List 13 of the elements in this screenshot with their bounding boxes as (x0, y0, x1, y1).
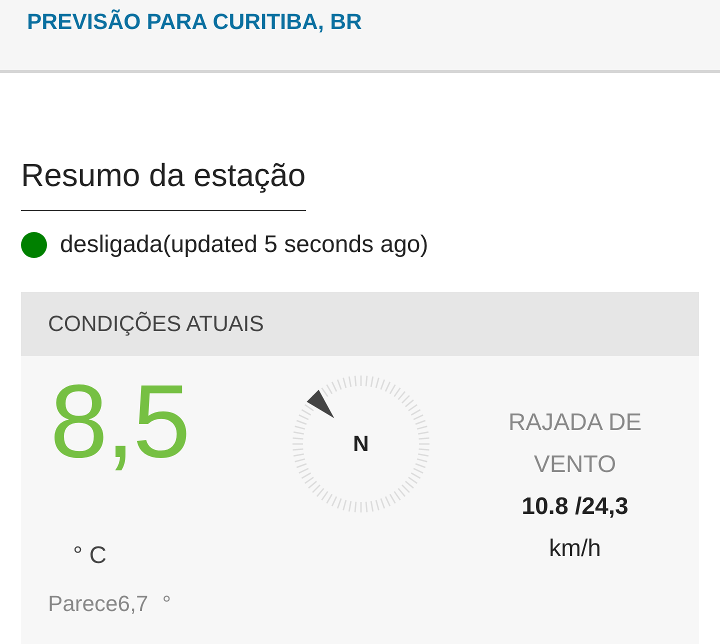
card-title: CONDIÇÕES ATUAIS (48, 310, 264, 338)
gust-value: 10.8 /24,3 (522, 492, 628, 522)
compass-label: N (353, 431, 369, 457)
feels-like-text: Parece6,7 (48, 590, 148, 618)
section-title: Resumo da estação (21, 155, 306, 211)
pointer-icon (306, 390, 334, 418)
gust-label: RAJADA DE VENTO (507, 408, 643, 480)
status-text: desligada(updated 5 seconds ago) (60, 230, 428, 260)
temperature-unit: ° C (73, 541, 107, 571)
gust-unit: km/h (548, 534, 601, 564)
temperature-value: 8,5 (50, 370, 189, 474)
page-title: PREVISÃO PARA CURITIBA, BR (27, 8, 362, 36)
feels-like-unit: ° (162, 590, 172, 618)
